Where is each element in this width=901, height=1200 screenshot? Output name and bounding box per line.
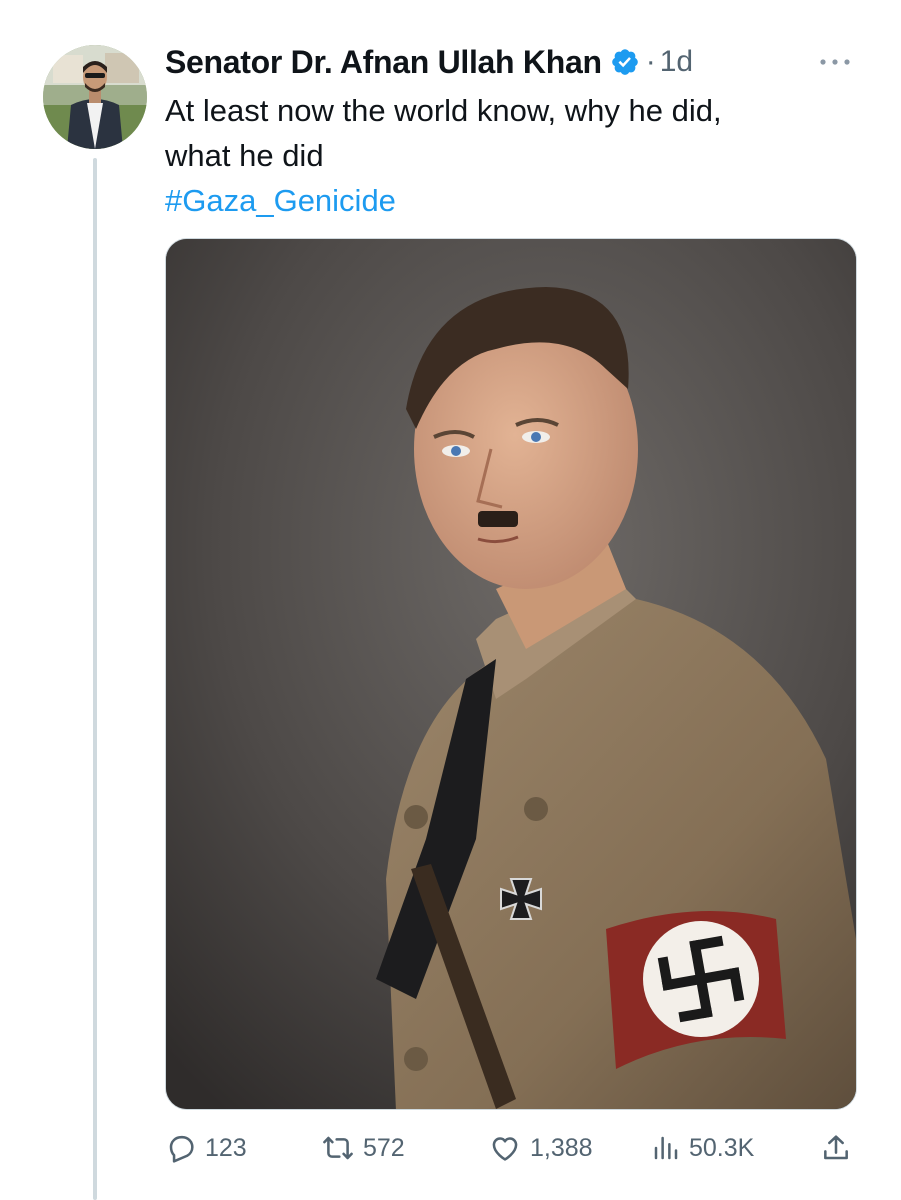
share-icon [820,1132,852,1164]
share-button[interactable] [820,1126,852,1170]
views-button[interactable]: 50.3K [651,1126,754,1170]
media-image [166,239,856,1109]
tweet-media-photo[interactable] [165,238,857,1110]
repost-count: 572 [363,1133,405,1162]
like-button[interactable]: 1,388 [488,1126,593,1170]
heart-icon [488,1132,522,1164]
avatar[interactable] [43,45,147,149]
repost-button[interactable]: 572 [321,1126,405,1170]
timestamp[interactable]: 1d [660,45,693,79]
views-chart-icon [651,1132,681,1164]
separator-dot: · [645,45,656,78]
tweet-text-line-1: At least now the world know, why he did, [165,93,722,128]
views-count: 50.3K [689,1133,755,1162]
tweet-header: Senator Dr. Afnan Ullah Khan · 1d [165,42,693,82]
author-name[interactable]: Senator Dr. Afnan Ullah Khan [165,44,602,81]
tweet-actions-bar: 123 572 1,388 50.3K [165,1126,857,1170]
hashtag-link[interactable]: #Gaza_Genicide [165,178,865,223]
like-count: 1,388 [530,1133,593,1162]
verified-badge-icon [610,47,640,77]
reply-icon [165,1132,197,1164]
more-options-icon[interactable] [815,50,855,74]
thread-line [93,158,97,1200]
repost-icon [321,1132,355,1164]
tweet-text: At least now the world know, why he did,… [165,88,865,223]
avatar-photo [43,45,147,149]
tweet-text-line-2: what he did [165,138,324,173]
reply-button[interactable]: 123 [165,1126,247,1170]
reply-count: 123 [205,1133,247,1162]
